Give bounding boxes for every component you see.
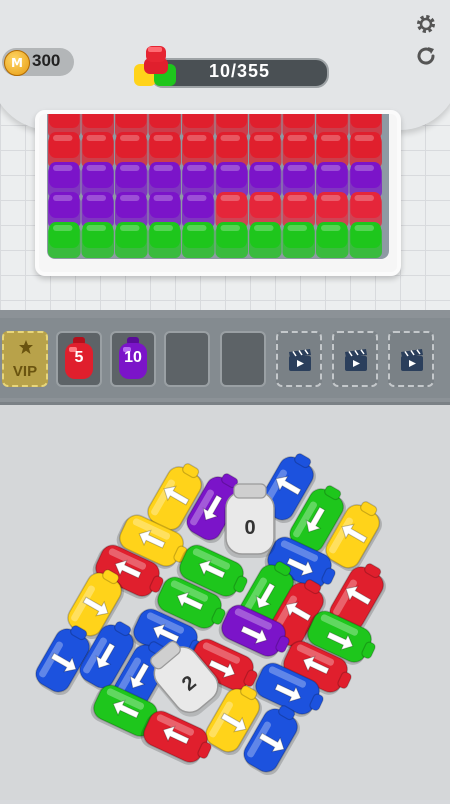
- vip-label: VIP: [12, 363, 38, 380]
- tray-block: [316, 222, 349, 258]
- star-icon: [19, 340, 33, 354]
- video-clapper-icon: [289, 349, 311, 371]
- tray-block: [81, 222, 114, 258]
- vip-slot[interactable]: VIP: [2, 331, 48, 387]
- ad-unlock-slot[interactable]: [388, 331, 434, 387]
- white-count-piece[interactable]: 0: [224, 483, 276, 558]
- slot-jar-purple[interactable]: 10: [110, 331, 156, 387]
- coin-counter: M 300: [2, 48, 74, 76]
- game-board: 02: [0, 405, 450, 800]
- jar-count: 10: [124, 349, 142, 366]
- video-clapper-icon: [401, 349, 423, 371]
- tray-block: [115, 222, 148, 258]
- tray-block: [349, 222, 382, 258]
- empty-slot[interactable]: [220, 331, 266, 387]
- restart-icon[interactable]: [414, 44, 438, 68]
- tray-block: [282, 222, 315, 258]
- jar-count: 5: [74, 349, 84, 366]
- slot-jar-red[interactable]: 5: [56, 331, 102, 387]
- tray-area: M 300 10/355: [0, 0, 450, 310]
- coin-icon: M: [4, 50, 30, 76]
- ad-unlock-slot[interactable]: [276, 331, 322, 387]
- tray-block: [148, 222, 181, 258]
- coin-count: 300: [32, 51, 61, 70]
- block-stack-icon: [134, 46, 176, 86]
- piece-pile: 02: [35, 453, 386, 776]
- ad-unlock-slot[interactable]: [332, 331, 378, 387]
- block-tray: [35, 110, 401, 276]
- block-grid: [48, 114, 382, 258]
- piece-count: 0: [244, 517, 255, 539]
- empty-slot[interactable]: [164, 331, 210, 387]
- tray-block: [182, 222, 215, 258]
- settings-gear-icon[interactable]: [414, 12, 438, 36]
- slot-bar: VIP 5 10: [0, 310, 450, 405]
- tray-block: [249, 222, 282, 258]
- tray-block: [48, 222, 81, 258]
- video-clapper-icon: [345, 349, 367, 371]
- tray-block: [215, 222, 248, 258]
